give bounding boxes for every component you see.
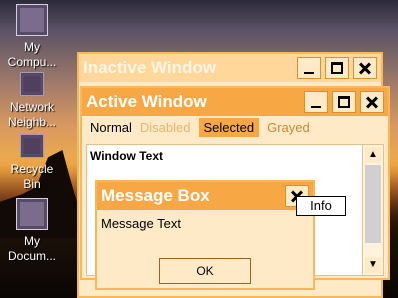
minimize-button[interactable] xyxy=(304,91,328,113)
desktop-icon-label: My xyxy=(24,234,40,248)
ok-button[interactable]: OK xyxy=(159,258,251,284)
scroll-thumb[interactable] xyxy=(365,165,381,243)
message-text: Message Text xyxy=(101,216,181,231)
scroll-up-arrow-icon[interactable]: ▲ xyxy=(365,147,381,163)
vertical-scrollbar[interactable]: ▲ ▼ xyxy=(362,145,383,275)
desktop-icon-label: Bin xyxy=(23,177,41,191)
desktop-icon-network[interactable]: Network Neighb... xyxy=(0,72,64,130)
desktop-icon-label: Docum... xyxy=(7,249,56,263)
maximize-button[interactable] xyxy=(332,91,356,113)
menu-item-grayed: Grayed xyxy=(267,119,310,135)
menu-bar: Normal Disabled Selected Grayed xyxy=(82,116,388,138)
message-box[interactable]: Message Box Message Text OK xyxy=(95,180,315,290)
close-button[interactable] xyxy=(353,57,377,79)
menu-item-selected[interactable]: Selected xyxy=(198,117,260,137)
desktop-icon-my-computer[interactable]: My Compu... xyxy=(0,4,64,70)
menu-item-normal[interactable]: Normal xyxy=(90,120,132,135)
desktop-icon-label: My xyxy=(24,40,40,54)
inactive-window-titlebar[interactable]: Inactive Window xyxy=(79,54,381,82)
maximize-button[interactable] xyxy=(325,57,349,79)
desktop-icon-recycle-bin[interactable]: Recycle Bin xyxy=(0,134,64,192)
desktop-icon-label: Neighb... xyxy=(7,115,57,129)
computer-icon xyxy=(16,4,48,36)
minimize-button[interactable] xyxy=(297,57,321,79)
active-window-title: Active Window xyxy=(86,92,207,111)
desktop-icon-my-documents[interactable]: My Docum... xyxy=(0,198,64,264)
message-box-title: Message Box xyxy=(101,186,210,205)
inactive-window-title: Inactive Window xyxy=(83,58,217,77)
documents-icon xyxy=(16,198,48,230)
message-box-titlebar[interactable]: Message Box xyxy=(97,182,313,210)
desktop-icon-label: Recycle xyxy=(10,162,54,176)
menu-item-disabled: Disabled xyxy=(139,119,191,135)
recycle-bin-icon xyxy=(20,134,44,158)
active-window-titlebar[interactable]: Active Window xyxy=(82,88,388,116)
info-tooltip: Info xyxy=(296,196,346,216)
close-button[interactable] xyxy=(360,91,384,113)
desktop-icon-label: Compu... xyxy=(7,55,57,69)
window-text: Window Text xyxy=(90,149,163,163)
desktop-icon-label: Network xyxy=(9,100,54,114)
scroll-down-arrow-icon[interactable]: ▼ xyxy=(365,257,381,273)
network-icon xyxy=(20,72,44,96)
